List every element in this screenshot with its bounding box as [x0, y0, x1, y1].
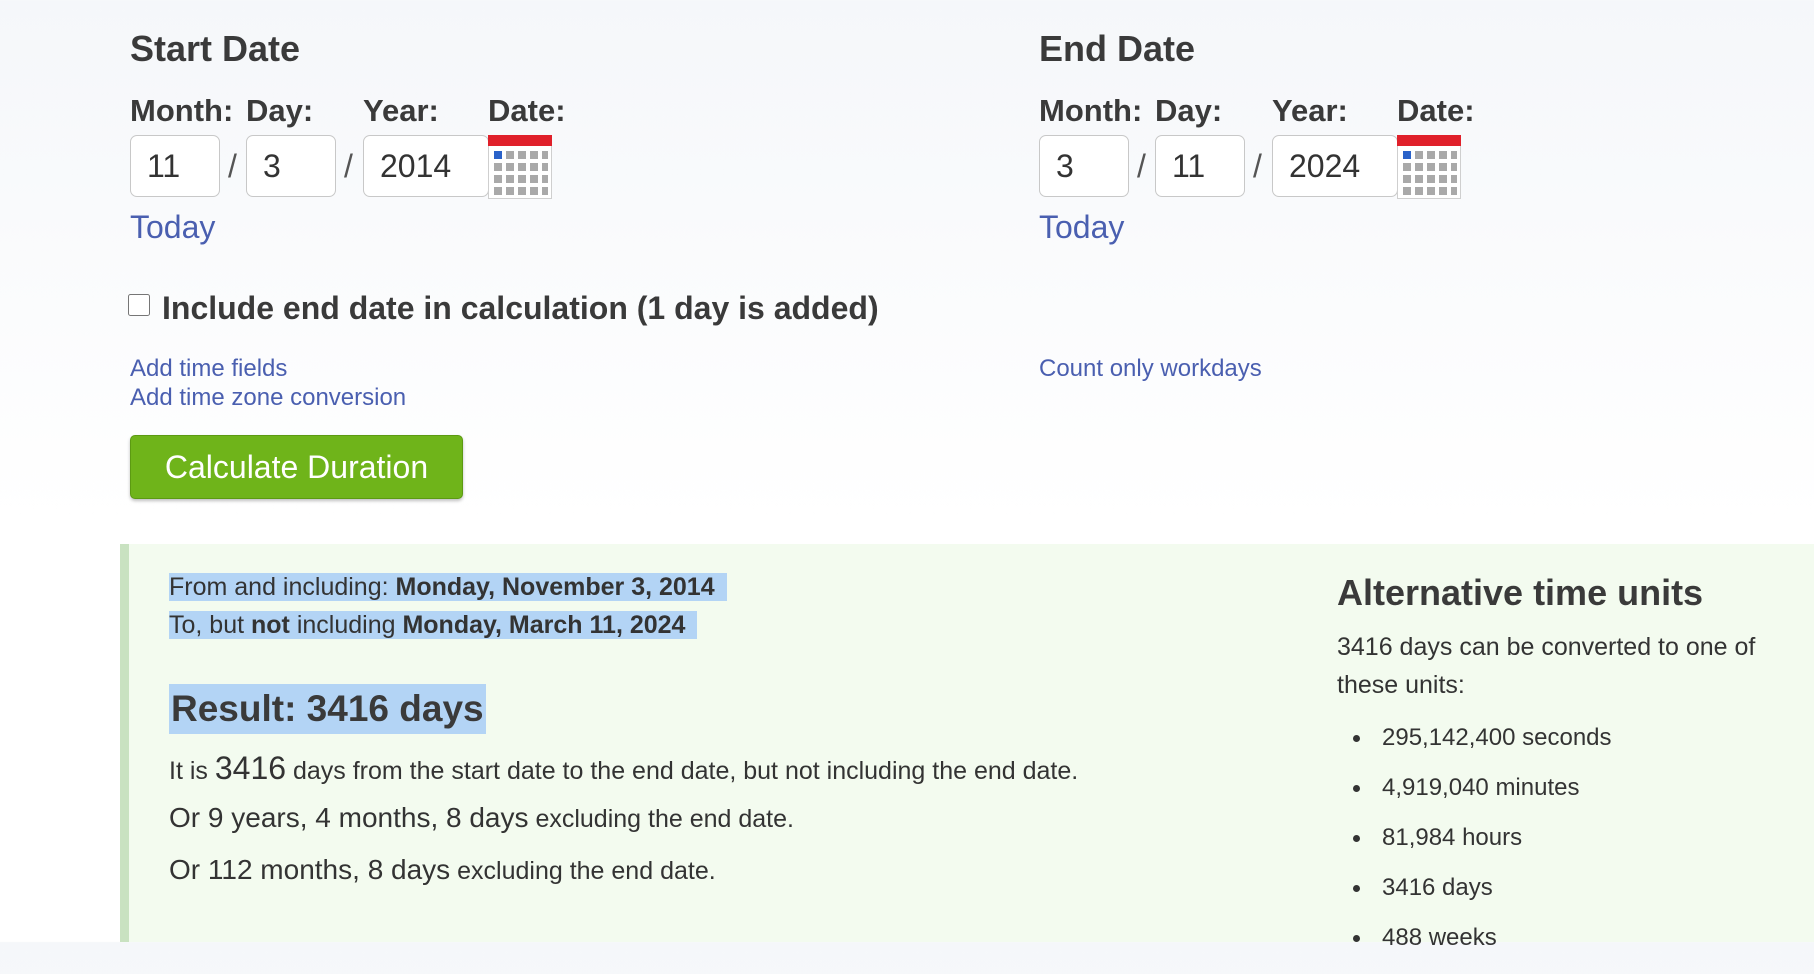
end-month-label: Month: — [1039, 93, 1143, 128]
result-range: From and including: Monday, November 3, … — [169, 568, 727, 644]
start-today-link[interactable]: Today — [130, 209, 215, 246]
alternative-unit-item: 81,984 hours — [1353, 824, 1612, 874]
start-separator-2: / — [344, 148, 353, 184]
start-date-section: Start Date — [130, 28, 300, 70]
result-from-prefix: From and including: — [169, 573, 396, 601]
end-today-link[interactable]: Today — [1039, 209, 1124, 246]
end-year-input[interactable] — [1272, 135, 1398, 197]
end-day-label: Day: — [1155, 93, 1223, 128]
result-to-not: not — [251, 611, 290, 639]
add-time-zone-link[interactable]: Add time zone conversion — [130, 384, 406, 412]
start-year-label: Year: — [363, 93, 439, 128]
result-line-1-prefix: It is — [169, 757, 215, 785]
add-time-fields-link[interactable]: Add time fields — [130, 355, 287, 383]
result-line-2-suffix: excluding the end date. — [528, 805, 794, 833]
alternative-unit-item: 488 weeks — [1353, 924, 1612, 974]
result-ymd-value: 9 years, 4 months, 8 days — [207, 802, 529, 833]
result-to-mid: including — [289, 611, 403, 639]
end-date-label: Date: — [1397, 93, 1475, 128]
result-days-value: 3416 — [214, 750, 287, 786]
result-to-line: To, but not including Monday, March 11, … — [169, 606, 727, 644]
result-from-line: From and including: Monday, November 3, … — [169, 568, 727, 606]
end-separator-1: / — [1137, 148, 1146, 184]
alternative-unit-item: 3416 days — [1353, 874, 1612, 924]
alternative-intro: 3416 days can be converted to one of the… — [1337, 633, 1756, 699]
start-month-input[interactable] — [130, 135, 220, 197]
start-calendar-icon[interactable] — [488, 135, 552, 199]
result-line-3: Or 112 months, 8 days excluding the end … — [169, 854, 716, 886]
alternative-unit-item: 4,919,040 minutes — [1353, 774, 1612, 824]
start-day-input[interactable] — [246, 135, 336, 197]
end-month-input[interactable] — [1039, 135, 1129, 197]
result-line-2: Or 9 years, 4 months, 8 days excluding t… — [169, 802, 794, 834]
result-line-2-prefix: Or — [169, 802, 208, 833]
end-day-input[interactable] — [1155, 135, 1245, 197]
result-heading-wrap: Result: 3416 days — [169, 684, 486, 734]
start-date-heading: Start Date — [130, 28, 301, 69]
end-year-label: Year: — [1272, 93, 1348, 128]
end-date-heading: End Date — [1039, 28, 1196, 69]
result-panel: From and including: Monday, November 3, … — [120, 544, 1814, 951]
end-date-section: End Date — [1039, 28, 1195, 70]
result-to-date: Monday, March 11, 2024 — [402, 611, 686, 639]
result-line-3-prefix: Or — [169, 854, 208, 885]
result-from-date: Monday, November 3, 2014 — [395, 573, 715, 601]
result-to-prefix: To, but — [169, 611, 251, 639]
start-date-label: Date: — [488, 93, 566, 128]
end-separator-2: / — [1253, 148, 1262, 184]
start-year-input[interactable] — [363, 135, 489, 197]
include-end-date-label[interactable]: Include end date in calculation (1 day i… — [162, 290, 879, 327]
alternative-heading: Alternative time units — [1337, 572, 1704, 613]
result-line-1: It is 3416 days from the start date to t… — [169, 750, 1078, 787]
result-heading: Result: 3416 days — [169, 684, 486, 734]
count-workdays-link[interactable]: Count only workdays — [1039, 355, 1262, 383]
start-month-label: Month: — [130, 93, 234, 128]
result-line-3-suffix: excluding the end date. — [450, 857, 716, 885]
include-end-date-checkbox[interactable] — [128, 294, 150, 316]
calculate-duration-button[interactable]: Calculate Duration — [130, 435, 463, 499]
alternative-unit-item: 295,142,400 seconds — [1353, 724, 1612, 774]
end-calendar-icon[interactable] — [1397, 135, 1461, 199]
alternative-units-list: 295,142,400 seconds 4,919,040 minutes 81… — [1353, 724, 1612, 974]
result-md-value: 112 months, 8 days — [207, 854, 451, 885]
start-day-label: Day: — [246, 93, 314, 128]
result-line-1-suffix: days from the start date to the end date… — [286, 757, 1079, 785]
start-separator-1: / — [228, 148, 237, 184]
